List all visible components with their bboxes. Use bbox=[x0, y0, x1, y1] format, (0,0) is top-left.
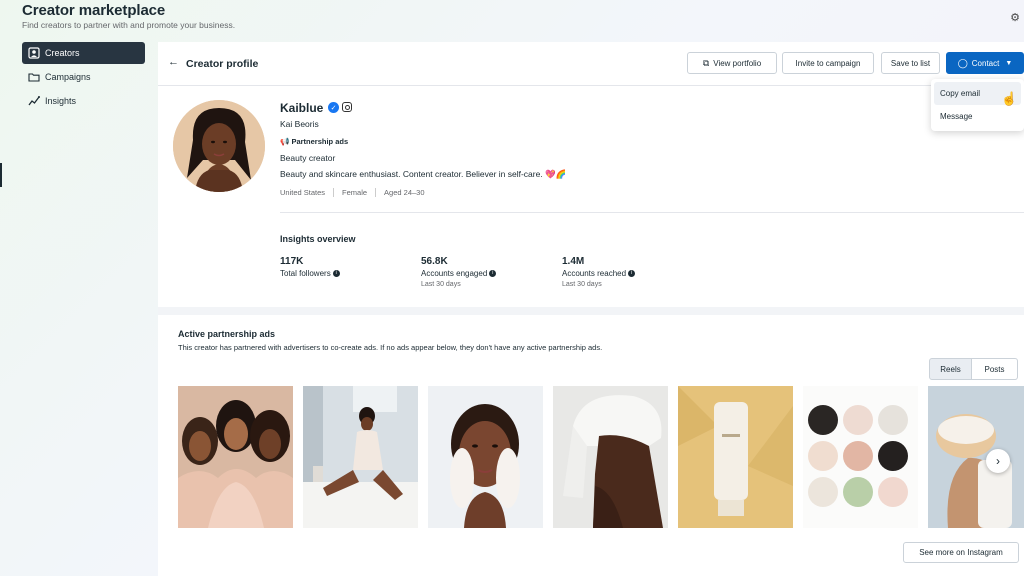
verified-badge-icon: ✓ bbox=[328, 102, 339, 113]
stat-label: Accounts engaged i bbox=[421, 269, 497, 278]
info-icon[interactable]: i bbox=[489, 270, 497, 278]
edge-marker bbox=[0, 163, 2, 187]
app-subtitle: Find creators to partner with and promot… bbox=[22, 20, 236, 30]
meta-separator bbox=[375, 188, 377, 197]
stat-period: Last 30 days bbox=[421, 281, 461, 288]
ad-tile-cream-tube[interactable] bbox=[678, 386, 793, 528]
contact-label: Contact bbox=[971, 58, 1000, 68]
creator-meta: United States Female Aged 24–30 bbox=[280, 188, 425, 197]
divider bbox=[280, 212, 1024, 213]
partnership-ads-label: Partnership ads bbox=[291, 137, 349, 146]
section-divider bbox=[158, 307, 1024, 315]
stat-label: Accounts reached i bbox=[562, 269, 636, 278]
settings-icon[interactable]: ⚙ bbox=[1010, 11, 1020, 24]
sidebar: Creators Campaigns Insights bbox=[22, 42, 145, 114]
stat-accounts-reached: 1.4M Accounts reached i Last 30 days bbox=[562, 256, 636, 288]
creator-age: Aged 24–30 bbox=[384, 188, 425, 197]
tab-reels[interactable]: Reels bbox=[929, 358, 972, 380]
info-icon[interactable]: i bbox=[628, 270, 636, 278]
ad-tile-towel-wrap[interactable] bbox=[553, 386, 668, 528]
ad-tile-face-cleansing[interactable] bbox=[428, 386, 543, 528]
save-to-list-button[interactable]: Save to list bbox=[881, 52, 940, 74]
insights-icon bbox=[27, 94, 41, 108]
megaphone-icon: 📢 bbox=[280, 137, 290, 146]
creator-bio: Beauty and skincare enthusiast. Content … bbox=[280, 169, 567, 179]
sidebar-item-campaigns[interactable]: Campaigns bbox=[22, 66, 145, 88]
creator-real-name: Kai Beoris bbox=[280, 119, 319, 129]
partnership-description: This creator has partnered with advertis… bbox=[178, 343, 603, 352]
partnership-title: Active partnership ads bbox=[178, 329, 276, 339]
creator-gender: Female bbox=[342, 188, 368, 197]
insights-title: Insights overview bbox=[280, 234, 356, 244]
creator-category: Beauty creator bbox=[280, 153, 336, 163]
ad-tile-cosmetic-jars[interactable] bbox=[803, 386, 918, 528]
creator-country: United States bbox=[280, 188, 326, 197]
sidebar-item-label: Creators bbox=[45, 48, 80, 58]
contact-button[interactable]: ◯ Contact ▼ bbox=[946, 52, 1024, 74]
app-header: Creator marketplace Find creators to par… bbox=[22, 2, 235, 30]
stat-label: Total followers i bbox=[280, 269, 340, 278]
view-portfolio-label: View portfolio bbox=[713, 58, 762, 68]
main-panel: ← Creator profile ⧉ View portfolio Invit… bbox=[158, 42, 1024, 576]
ad-tile-group-portrait[interactable] bbox=[178, 386, 293, 528]
back-arrow-icon[interactable]: ← bbox=[168, 56, 179, 68]
meta-separator bbox=[333, 188, 335, 197]
view-portfolio-button[interactable]: ⧉ View portfolio bbox=[687, 52, 777, 74]
chat-bubble-icon: ◯ bbox=[957, 57, 968, 68]
hand-cursor-icon: ☝ bbox=[1001, 91, 1018, 106]
external-link-icon: ⧉ bbox=[702, 57, 710, 68]
avatar bbox=[173, 100, 265, 192]
instagram-icon[interactable] bbox=[342, 102, 352, 112]
carousel-next-button[interactable]: › bbox=[986, 449, 1010, 473]
stat-period: Last 30 days bbox=[562, 281, 602, 288]
folder-icon bbox=[27, 70, 41, 84]
sidebar-item-creators[interactable]: Creators bbox=[22, 42, 145, 64]
see-more-on-instagram-button[interactable]: See more on Instagram bbox=[903, 542, 1019, 563]
ad-tile-woman-applying-lotion[interactable] bbox=[303, 386, 418, 528]
info-icon[interactable]: i bbox=[332, 270, 340, 278]
stat-total-followers: 117K Total followers i bbox=[280, 256, 340, 278]
sidebar-item-label: Insights bbox=[45, 96, 77, 106]
creators-icon bbox=[27, 46, 41, 60]
stat-value: 1.4M bbox=[562, 256, 585, 267]
sidebar-item-insights[interactable]: Insights bbox=[22, 90, 145, 112]
sidebar-item-label: Campaigns bbox=[45, 72, 91, 82]
creator-handle: Kaiblue bbox=[280, 101, 324, 115]
chevron-down-icon: ▼ bbox=[1005, 59, 1013, 67]
app-title: Creator marketplace bbox=[22, 2, 166, 19]
stat-value: 56.8K bbox=[421, 256, 448, 267]
tab-posts[interactable]: Posts bbox=[971, 358, 1018, 380]
stat-value: 117K bbox=[280, 256, 304, 267]
page-title: Creator profile bbox=[186, 58, 259, 70]
invite-to-campaign-button[interactable]: Invite to campaign bbox=[782, 52, 874, 74]
stat-accounts-engaged: 56.8K Accounts engaged i Last 30 days bbox=[421, 256, 497, 288]
profile-header: ← Creator profile ⧉ View portfolio Invit… bbox=[158, 42, 1024, 86]
chevron-right-icon: › bbox=[996, 454, 1000, 468]
partnership-ads-badge: 📢 Partnership ads bbox=[280, 137, 348, 146]
menu-item-message[interactable]: Message bbox=[931, 105, 1024, 128]
